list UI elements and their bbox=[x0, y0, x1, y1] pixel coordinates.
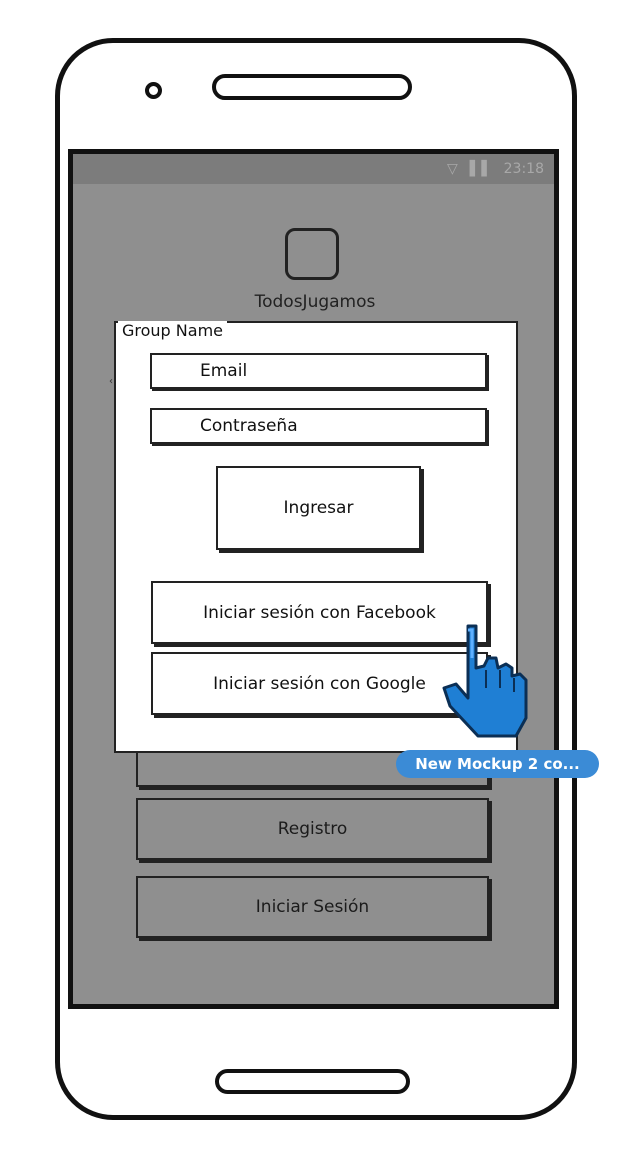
wifi-icon: ▽ bbox=[446, 161, 459, 177]
login-dialog-legend: Group Name bbox=[118, 321, 227, 340]
hand-cursor-icon bbox=[442, 624, 528, 738]
battery-icon: ▌ bbox=[481, 161, 494, 177]
email-field[interactable]: Email bbox=[150, 353, 487, 389]
camera-icon bbox=[145, 82, 162, 99]
login-button[interactable]: Iniciar Sesión bbox=[136, 876, 489, 938]
facebook-login-button[interactable]: Iniciar sesión con Facebook bbox=[151, 581, 488, 644]
submit-button[interactable]: Ingresar bbox=[216, 466, 421, 550]
google-login-label: Iniciar sesión con Google bbox=[213, 673, 426, 694]
register-button[interactable]: Registro bbox=[136, 798, 489, 860]
status-bar: ▽ ▐ ▌ 23:18 bbox=[73, 154, 554, 184]
login-button-label: Iniciar Sesión bbox=[255, 897, 370, 917]
link-tooltip: New Mockup 2 co... bbox=[396, 750, 599, 778]
signal-icon: ▐ bbox=[464, 161, 476, 177]
home-button[interactable] bbox=[215, 1069, 410, 1094]
app-title: TodosJugamos bbox=[254, 292, 376, 312]
submit-button-label: Ingresar bbox=[283, 498, 354, 518]
register-button-label: Registro bbox=[277, 819, 348, 839]
status-icons: ▽ ▐ ▌ bbox=[447, 154, 493, 184]
status-time: 23:18 bbox=[503, 161, 544, 177]
password-field[interactable]: Contraseña bbox=[150, 408, 487, 444]
google-login-button[interactable]: Iniciar sesión con Google bbox=[151, 652, 488, 715]
app-logo bbox=[285, 228, 339, 280]
speaker-grille bbox=[212, 74, 412, 100]
facebook-login-label: Iniciar sesión con Facebook bbox=[203, 602, 436, 623]
back-chevron-icon: ‹ bbox=[109, 376, 113, 387]
